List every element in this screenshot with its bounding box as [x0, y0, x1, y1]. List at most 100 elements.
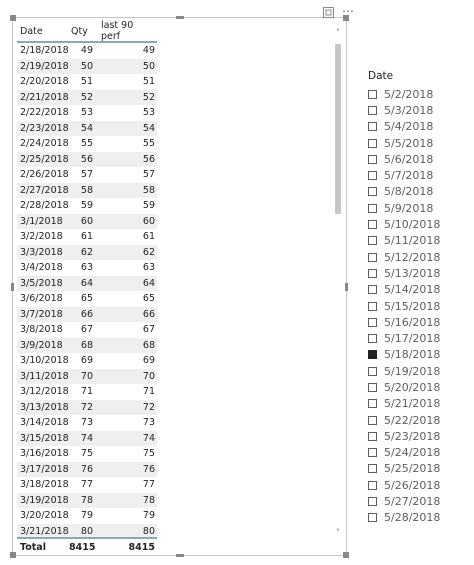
- slicer-item[interactable]: 5/12/2018: [368, 249, 474, 265]
- checkbox[interactable]: [368, 105, 377, 115]
- checkbox[interactable]: [368, 334, 377, 344]
- slicer-item[interactable]: 5/7/2018: [368, 167, 474, 183]
- table-row[interactable]: 3/13/2018 72 72: [17, 399, 157, 415]
- column-header-last-90-perf[interactable]: last 90 perf: [99, 20, 157, 42]
- slicer-item[interactable]: 5/6/2018: [368, 151, 474, 167]
- checkbox[interactable]: [368, 89, 377, 99]
- slicer-item[interactable]: 5/21/2018: [368, 396, 474, 412]
- slicer-item[interactable]: 5/15/2018: [368, 298, 474, 314]
- table-row[interactable]: 2/21/2018 52 52: [17, 89, 157, 105]
- resize-handle-top-left[interactable]: [10, 15, 16, 21]
- table-visual[interactable]: … Date Qty last 90 perf 2/18/2018 49 49 2/1…: [10, 2, 354, 558]
- resize-handle-left[interactable]: [11, 283, 14, 291]
- checkbox[interactable]: [368, 399, 377, 409]
- slicer-item[interactable]: 5/24/2018: [368, 445, 474, 461]
- checkbox[interactable]: [368, 220, 377, 230]
- table-row[interactable]: 3/16/2018 75 75: [17, 446, 157, 462]
- checkbox[interactable]: [368, 268, 377, 278]
- resize-handle-top[interactable]: [176, 16, 184, 19]
- table-row[interactable]: 3/18/2018 77 77: [17, 477, 157, 493]
- table-row[interactable]: 3/7/2018 66 66: [17, 306, 157, 322]
- table-row[interactable]: 3/17/2018 76 76: [17, 461, 157, 477]
- slicer-item[interactable]: 5/13/2018: [368, 265, 474, 281]
- checkbox[interactable]: [368, 480, 377, 490]
- table-row[interactable]: 3/9/2018 68 68: [17, 337, 157, 353]
- checkbox[interactable]: [368, 464, 377, 474]
- slicer-item[interactable]: 5/16/2018: [368, 314, 474, 330]
- table-row[interactable]: 2/27/2018 58 58: [17, 182, 157, 198]
- table-row[interactable]: 2/19/2018 50 50: [17, 58, 157, 74]
- checkbox[interactable]: [368, 301, 377, 311]
- resize-handle-top-right[interactable]: [343, 15, 349, 21]
- checkbox[interactable]: [368, 497, 377, 507]
- table-row[interactable]: 3/5/2018 64 64: [17, 275, 157, 291]
- slicer-item[interactable]: 5/4/2018: [368, 119, 474, 135]
- focus-mode-icon[interactable]: [323, 3, 334, 18]
- scroll-thumb[interactable]: [335, 44, 341, 214]
- table-row[interactable]: 2/23/2018 54 54: [17, 120, 157, 136]
- checkbox[interactable]: [368, 431, 377, 441]
- more-options-icon[interactable]: …: [342, 2, 355, 14]
- checkbox[interactable]: [368, 122, 377, 132]
- slicer-item[interactable]: 5/14/2018: [368, 282, 474, 298]
- checkbox[interactable]: [368, 513, 377, 522]
- table-row[interactable]: 3/3/2018 62 62: [17, 244, 157, 260]
- slicer-item[interactable]: 5/10/2018: [368, 216, 474, 232]
- table-row[interactable]: 3/10/2018 69 69: [17, 353, 157, 369]
- slicer-item[interactable]: 5/3/2018: [368, 102, 474, 118]
- checkbox[interactable]: [368, 415, 377, 425]
- slicer-item[interactable]: 5/28/2018: [368, 510, 474, 522]
- checkbox[interactable]: [368, 187, 377, 197]
- table-row[interactable]: 2/18/2018 49 49: [17, 43, 157, 59]
- table-row[interactable]: 3/4/2018 63 63: [17, 260, 157, 276]
- table-row[interactable]: 3/11/2018 70 70: [17, 368, 157, 384]
- table-row[interactable]: 3/12/2018 71 71: [17, 384, 157, 400]
- table-row[interactable]: 2/26/2018 57 57: [17, 167, 157, 183]
- table-row[interactable]: 3/2/2018 61 61: [17, 229, 157, 245]
- table-row[interactable]: 2/28/2018 59 59: [17, 198, 157, 214]
- slicer-item[interactable]: 5/20/2018: [368, 379, 474, 395]
- slicer-item[interactable]: 5/23/2018: [368, 428, 474, 444]
- checkbox[interactable]: [368, 448, 377, 458]
- slicer-item[interactable]: 5/8/2018: [368, 184, 474, 200]
- resize-handle-bottom-left[interactable]: [10, 552, 16, 558]
- checkbox[interactable]: [368, 252, 377, 262]
- vertical-scrollbar[interactable]: ˄ ˅: [333, 20, 343, 540]
- scroll-up-icon[interactable]: ˄: [333, 28, 343, 38]
- slicer-item[interactable]: 5/5/2018: [368, 135, 474, 151]
- checkbox[interactable]: [368, 285, 377, 295]
- slicer-item[interactable]: 5/25/2018: [368, 461, 474, 477]
- table-row[interactable]: 2/22/2018 53 53: [17, 105, 157, 121]
- resize-handle-bottom[interactable]: [176, 554, 184, 557]
- checkbox[interactable]: [368, 317, 377, 327]
- table-row[interactable]: 3/8/2018 67 67: [17, 322, 157, 338]
- slicer-item[interactable]: 5/27/2018: [368, 493, 474, 509]
- slicer-item[interactable]: 5/19/2018: [368, 363, 474, 379]
- checkbox-checked[interactable]: [368, 350, 377, 360]
- checkbox[interactable]: [368, 203, 377, 213]
- table-row[interactable]: 3/19/2018 78 78: [17, 492, 157, 508]
- slicer-item[interactable]: 5/17/2018: [368, 330, 474, 346]
- slicer-item[interactable]: 5/18/2018: [368, 347, 474, 363]
- resize-handle-bottom-right[interactable]: [343, 552, 349, 558]
- checkbox[interactable]: [368, 366, 377, 376]
- checkbox[interactable]: [368, 138, 377, 148]
- table-row[interactable]: 3/1/2018 60 60: [17, 213, 157, 229]
- table-row[interactable]: 3/6/2018 65 65: [17, 291, 157, 307]
- slicer-item[interactable]: 5/2/2018: [368, 86, 474, 102]
- table-row[interactable]: 2/25/2018 56 56: [17, 151, 157, 167]
- slicer-item[interactable]: 5/26/2018: [368, 477, 474, 493]
- checkbox[interactable]: [368, 236, 377, 246]
- table-row[interactable]: 3/20/2018 79 79: [17, 508, 157, 524]
- column-header-date[interactable]: Date: [17, 26, 69, 37]
- checkbox[interactable]: [368, 171, 377, 181]
- slicer-item[interactable]: 5/9/2018: [368, 200, 474, 216]
- table-row[interactable]: 2/24/2018 55 55: [17, 136, 157, 152]
- checkbox[interactable]: [368, 154, 377, 164]
- column-header-qty[interactable]: Qty: [69, 26, 99, 37]
- slicer-item[interactable]: 5/22/2018: [368, 412, 474, 428]
- table-row[interactable]: 3/14/2018 73 73: [17, 415, 157, 431]
- table-row[interactable]: 3/15/2018 74 74: [17, 430, 157, 446]
- resize-handle-right[interactable]: [345, 283, 348, 291]
- table-row[interactable]: 2/20/2018 51 51: [17, 74, 157, 90]
